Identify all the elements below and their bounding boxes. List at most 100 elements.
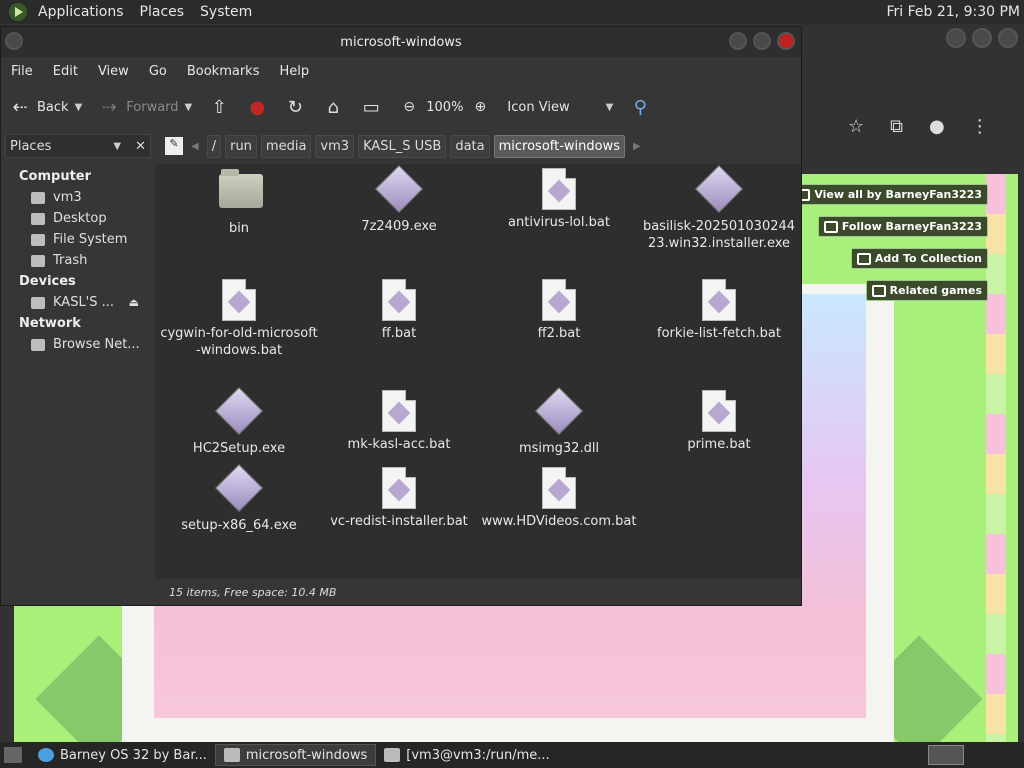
minimize-button[interactable] xyxy=(729,32,747,50)
sidebar-item-vm3[interactable]: vm3 xyxy=(1,187,153,208)
close-button[interactable] xyxy=(998,28,1018,48)
follow-button[interactable]: Follow BarneyFan3223 xyxy=(817,216,988,237)
workspace-switcher[interactable] xyxy=(928,745,964,765)
file-item[interactable]: 7z2409.exe xyxy=(319,164,479,235)
forward-arrow-icon: ⇢ xyxy=(101,96,117,118)
task-terminal[interactable]: [vm3@vm3:/run/me... xyxy=(376,744,557,766)
menubar: File Edit View Go Bookmarks Help xyxy=(1,57,801,85)
file-item[interactable]: msimg32.dll xyxy=(479,386,639,457)
file-item[interactable]: cygwin-for-old-microsoft-windows.bat xyxy=(159,279,319,359)
reload-button[interactable]: ↻ xyxy=(276,96,314,118)
close-button[interactable] xyxy=(777,32,795,50)
task-file-manager[interactable]: microsoft-windows xyxy=(214,744,377,766)
executable-icon xyxy=(214,463,264,513)
sidebar-heading-computer: Computer xyxy=(19,169,92,184)
file-item[interactable]: bin xyxy=(159,168,319,237)
sidebar-item-browse-network[interactable]: Browse Net... xyxy=(1,334,153,355)
file-item[interactable]: ff2.bat xyxy=(479,279,639,342)
toolbar: ⇠ Back ▼ ⇢ Forward ▼ ⇧ ● ↻ ⌂ ▭ ⊖ 100% ⊕ … xyxy=(1,85,801,129)
view-all-button[interactable]: View all by BarneyFan3223 xyxy=(790,184,988,205)
zoom-out-icon[interactable]: ⊖ xyxy=(398,96,420,118)
breadcrumb-scroll-right[interactable]: ▶ xyxy=(629,141,645,152)
back-button[interactable]: ⇠ Back ▼ xyxy=(1,96,90,118)
breadcrumb-vm3[interactable]: vm3 xyxy=(315,134,355,158)
back-history-dropdown[interactable]: ▼ xyxy=(75,102,83,113)
eject-icon[interactable]: ⏏ xyxy=(129,296,139,309)
file-item[interactable]: antivirus-lol.bat xyxy=(479,168,639,231)
search-icon: ⚲ xyxy=(633,96,647,118)
view-mode-select[interactable]: Icon View ▼ xyxy=(499,100,621,115)
file-icon-view[interactable]: bin 7z2409.exe antivirus-lol.bat basilisk-2… xyxy=(155,164,801,579)
distro-logo-icon[interactable] xyxy=(8,2,28,22)
sidebar-item-desktop[interactable]: Desktop xyxy=(1,208,153,229)
add-user-icon xyxy=(823,220,838,233)
file-item[interactable]: forkie-list-fetch.bat xyxy=(639,279,799,342)
menu-edit[interactable]: Edit xyxy=(43,64,88,79)
sidebar-item-usb[interactable]: KASL'S ... ⏏ xyxy=(1,292,153,313)
zoom-level[interactable]: 100% xyxy=(426,100,463,115)
menu-view[interactable]: View xyxy=(88,64,139,79)
breadcrumb-media[interactable]: media xyxy=(260,134,312,158)
profile-icon[interactable]: ● xyxy=(929,116,945,137)
taskbar: Barney OS 32 by Bar... microsoft-windows… xyxy=(0,742,1024,768)
places-menu[interactable]: Places xyxy=(132,4,193,20)
file-item[interactable]: www.HDVideos.com.bat xyxy=(479,467,639,530)
zoom-in-icon[interactable]: ⊕ xyxy=(469,96,491,118)
map-icon xyxy=(871,284,886,297)
add-to-collection-button[interactable]: Add To Collection xyxy=(850,248,988,269)
zoom-control[interactable]: ⊖ 100% ⊕ xyxy=(390,96,499,118)
breadcrumb-scroll-left[interactable]: ◀ xyxy=(187,141,203,152)
menu-file[interactable]: File xyxy=(1,64,43,79)
home-button[interactable]: ⌂ xyxy=(314,96,352,118)
maximize-button[interactable] xyxy=(753,32,771,50)
file-name: www.HDVideos.com.bat xyxy=(481,514,637,529)
file-item[interactable]: vc-redist-installer.bat xyxy=(319,467,479,530)
sidebar-item-file-system[interactable]: File System xyxy=(1,229,153,250)
maximize-button[interactable] xyxy=(972,28,992,48)
menu-go[interactable]: Go xyxy=(139,64,177,79)
file-item[interactable]: HC2Setup.exe xyxy=(159,386,319,457)
minimize-button[interactable] xyxy=(946,28,966,48)
system-menu[interactable]: System xyxy=(192,4,260,20)
file-item[interactable]: ff.bat xyxy=(319,279,479,342)
file-item[interactable]: setup-x86_64.exe xyxy=(159,463,319,534)
sidebar-pane-select[interactable]: Places ▼ ✕ xyxy=(5,134,151,158)
computer-button[interactable]: ▭ xyxy=(352,96,390,118)
stop-button[interactable]: ● xyxy=(238,96,276,118)
breadcrumb-data[interactable]: data xyxy=(450,134,490,158)
breadcrumb-usb[interactable]: KASL_S USB xyxy=(358,134,447,158)
up-button[interactable]: ⇧ xyxy=(200,96,238,118)
task-browser[interactable]: Barney OS 32 by Bar... xyxy=(30,744,215,766)
breadcrumb-current[interactable]: microsoft-windows xyxy=(493,134,626,158)
menu-help[interactable]: Help xyxy=(269,64,319,79)
file-name: forkie-list-fetch.bat xyxy=(657,326,781,341)
applications-menu[interactable]: Applications xyxy=(30,4,132,20)
file-item[interactable]: prime.bat xyxy=(639,390,799,453)
bookmark-star-icon[interactable]: ☆ xyxy=(848,116,864,137)
trash-icon xyxy=(31,254,45,267)
related-games-button[interactable]: Related games xyxy=(865,280,988,301)
close-sidebar-icon[interactable]: ✕ xyxy=(135,139,146,154)
browser-menu-icon[interactable]: ⋮ xyxy=(971,116,989,137)
sidebar-item-trash[interactable]: Trash xyxy=(1,250,153,271)
list-add-icon xyxy=(856,252,871,265)
file-item[interactable]: basilisk-20250103024423.win32.installer.… xyxy=(639,164,799,252)
clock[interactable]: Fri Feb 21, 9:30 PM xyxy=(887,4,1024,20)
file-name: ff.bat xyxy=(381,326,417,341)
search-button[interactable]: ⚲ xyxy=(621,96,659,118)
window-titlebar[interactable]: microsoft-windows xyxy=(1,27,801,57)
script-file-icon xyxy=(539,279,579,321)
browser-toolbar: ☆ ⧉ ● ⋮ xyxy=(800,104,1024,148)
file-manager-window: microsoft-windows File Edit View Go Book… xyxy=(0,26,802,606)
forward-history-dropdown[interactable]: ▼ xyxy=(185,102,193,113)
extensions-icon[interactable]: ⧉ xyxy=(890,116,903,137)
breadcrumb-run[interactable]: run xyxy=(225,134,257,158)
file-item[interactable]: mk-kasl-acc.bat xyxy=(319,390,479,453)
edit-location-icon[interactable]: ✎ xyxy=(165,137,183,155)
menu-bookmarks[interactable]: Bookmarks xyxy=(177,64,270,79)
forward-button[interactable]: ⇢ Forward ▼ xyxy=(90,96,200,118)
breadcrumb-root[interactable]: / xyxy=(206,134,222,158)
window-menu-button[interactable] xyxy=(5,32,23,50)
show-desktop-icon[interactable] xyxy=(4,747,22,763)
script-file-icon xyxy=(699,390,739,432)
